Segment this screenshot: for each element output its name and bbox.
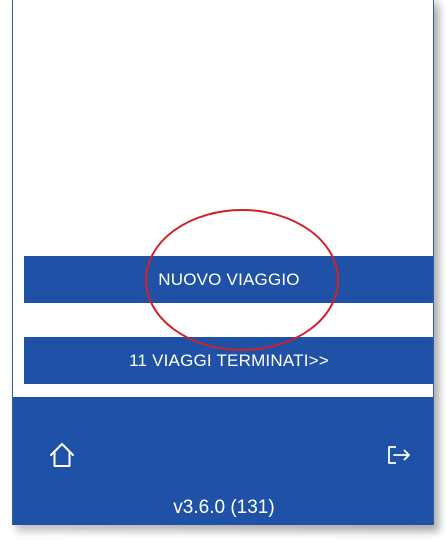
app-version: v3.6.0 (131) (173, 497, 275, 518)
new-trip-button[interactable]: NUOVO VIAGGIO (24, 256, 433, 303)
logout-icon[interactable] (383, 440, 413, 470)
home-icon[interactable] (47, 440, 77, 470)
home-icon-glyph (50, 443, 74, 467)
completed-trips-button[interactable]: 11 VIAGGI TERMINATI>> (24, 337, 433, 384)
logout-icon-glyph (388, 446, 410, 464)
app-screen: NUOVO VIAGGIO 11 VIAGGI TERMINATI>> v3.6… (12, 0, 434, 525)
screenshot-stage: NUOVO VIAGGIO 11 VIAGGI TERMINATI>> v3.6… (0, 0, 446, 540)
bottom-bar: v3.6.0 (131) (13, 397, 433, 525)
